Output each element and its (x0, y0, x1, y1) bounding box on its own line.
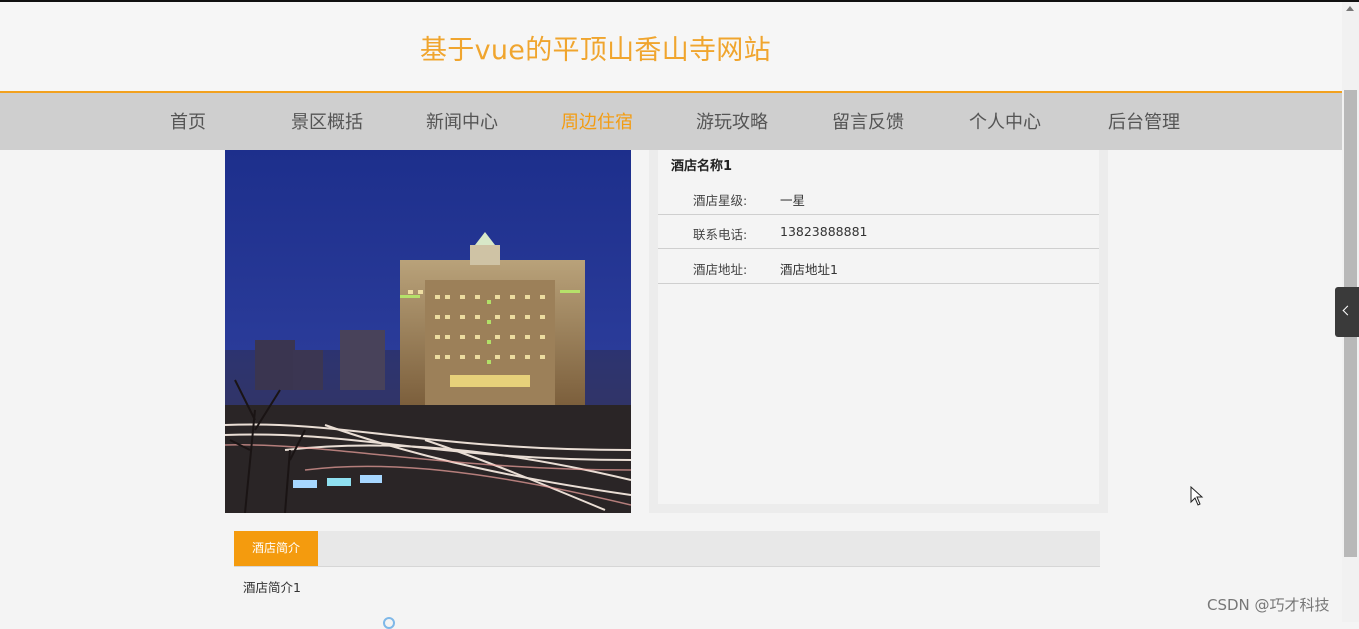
address-value: 酒店地址1 (780, 262, 838, 277)
phone-label: 联系电话: (693, 227, 748, 242)
detail-tab-bar: 酒店简介 (234, 531, 1100, 567)
phone-value: 13823888881 (780, 224, 868, 239)
hotel-info-panel: 酒店名称1 酒店星级: 一星 联系电话: 13823888881 酒店地址: 酒… (649, 150, 1108, 513)
side-panel-toggle[interactable] (1335, 287, 1359, 337)
scroll-up-arrow-icon[interactable] (1346, 6, 1354, 11)
hotel-name: 酒店名称1 (671, 159, 733, 174)
star-rating-value: 一星 (780, 193, 806, 208)
info-row-phone: 联系电话: 13823888881 (658, 215, 1099, 249)
mouse-pointer-icon (1190, 485, 1204, 510)
hotel-info-card: 酒店名称1 酒店星级: 一星 联系电话: 13823888881 酒店地址: 酒… (658, 150, 1099, 504)
watermark: CSDN @巧才科技 (1207, 596, 1330, 614)
nav-item-feedback[interactable]: 留言反馈 (832, 108, 904, 134)
nav-item-news[interactable]: 新闻中心 (426, 108, 498, 134)
nav-item-home[interactable]: 首页 (170, 108, 206, 134)
hotel-photo (225, 150, 631, 513)
loading-indicator-icon (383, 617, 395, 629)
info-row-address: 酒店地址: 酒店地址1 (658, 250, 1099, 284)
star-rating-label: 酒店星级: (693, 193, 748, 208)
info-row-star-rating: 酒店星级: 一星 (658, 181, 1099, 215)
nav-item-guides[interactable]: 游玩攻略 (696, 108, 768, 134)
nav-item-admin[interactable]: 后台管理 (1108, 108, 1180, 134)
nav-item-lodging[interactable]: 周边住宿 (561, 108, 633, 134)
tab-hotel-intro[interactable]: 酒店简介 (234, 531, 318, 566)
address-label: 酒店地址: (693, 262, 748, 277)
site-header: 基于vue的平顶山香山寺网站 (0, 2, 1342, 91)
nav-item-personal-center[interactable]: 个人中心 (969, 108, 1041, 134)
chevron-left-icon (1342, 305, 1353, 316)
hotel-description: 酒店简介1 (243, 580, 301, 595)
main-nav: 首页 景区概括 新闻中心 周边住宿 游玩攻略 留言反馈 个人中心 后台管理 (0, 91, 1342, 150)
site-title: 基于vue的平顶山香山寺网站 (420, 35, 771, 66)
nav-item-scenic-overview[interactable]: 景区概括 (291, 108, 363, 134)
